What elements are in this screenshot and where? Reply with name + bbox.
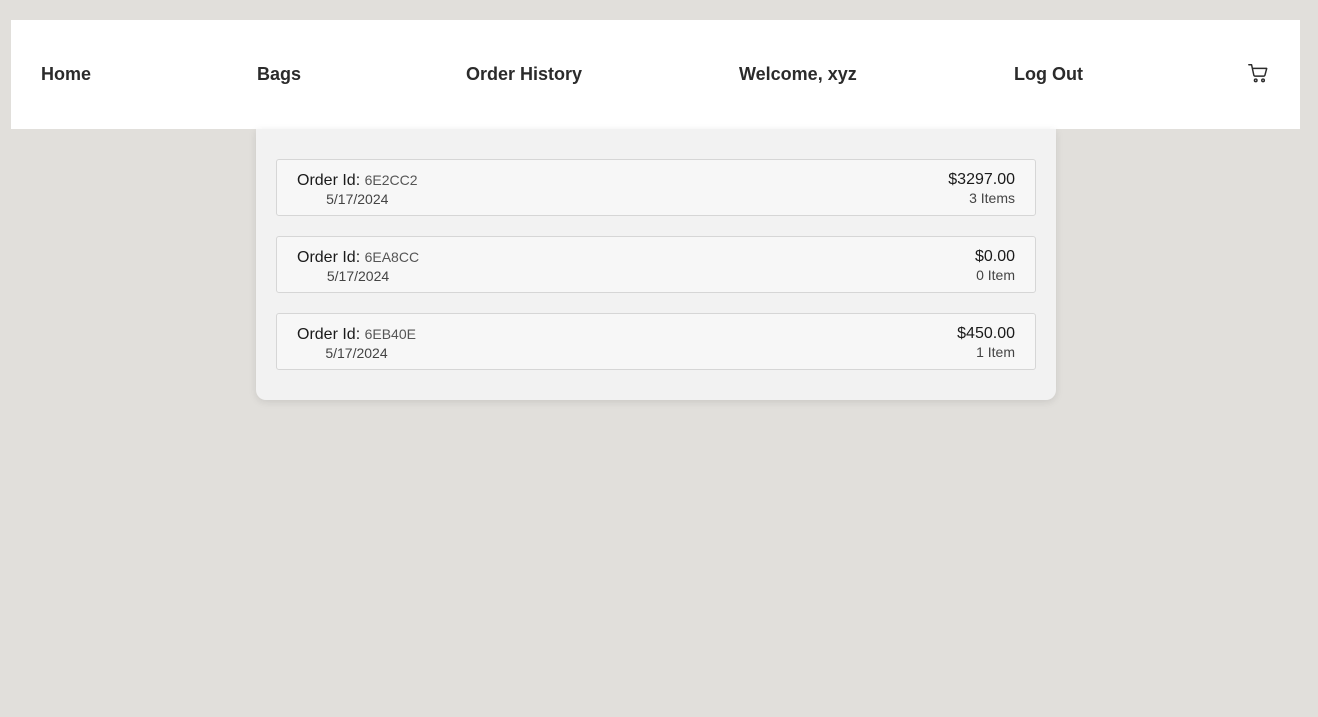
order-history-panel: Order Id: 6E2CC2 5/17/2024 $3297.00 3 It… <box>256 129 1056 400</box>
order-id-value: 6EA8CC <box>364 249 420 265</box>
order-total: $450.00 <box>957 325 1015 342</box>
order-card[interactable]: Order Id: 6EA8CC 5/17/2024 $0.00 0 Item <box>276 236 1036 293</box>
order-id-value: 6EB40E <box>364 326 416 342</box>
order-total: $0.00 <box>974 248 1015 265</box>
top-navbar: Home Bags Order History Welcome, xyz Log… <box>11 20 1300 129</box>
order-summary: $3297.00 3 Items <box>948 171 1015 207</box>
welcome-message: Welcome, xyz <box>739 64 857 84</box>
nav-home-link[interactable]: Home <box>41 20 91 129</box>
order-card[interactable]: Order Id: 6EB40E 5/17/2024 $450.00 1 Ite… <box>276 313 1036 370</box>
nav-order-history-link[interactable]: Order History <box>466 20 582 129</box>
order-date: 5/17/2024 <box>326 268 390 284</box>
order-id-value: 6E2CC2 <box>364 172 418 188</box>
order-id-label: Order Id: <box>297 326 361 343</box>
order-total: $3297.00 <box>948 171 1015 188</box>
order-id-label: Order Id: <box>297 249 361 266</box>
order-info: Order Id: 6E2CC2 5/17/2024 <box>297 171 418 208</box>
order-id-line: Order Id: 6E2CC2 <box>297 171 418 190</box>
order-date: 5/17/2024 <box>325 345 388 361</box>
order-id-line: Order Id: 6EB40E <box>297 325 416 344</box>
order-item-count: 0 Item <box>976 267 1015 283</box>
order-id-line: Order Id: 6EA8CC <box>297 248 419 267</box>
order-info: Order Id: 6EB40E 5/17/2024 <box>297 325 416 362</box>
order-info: Order Id: 6EA8CC 5/17/2024 <box>297 248 419 285</box>
order-item-count: 3 Items <box>969 190 1015 206</box>
order-date: 5/17/2024 <box>326 191 389 207</box>
nav-logout-link[interactable]: Log Out <box>1014 20 1083 129</box>
order-card[interactable]: Order Id: 6E2CC2 5/17/2024 $3297.00 3 It… <box>276 159 1036 216</box>
order-item-count: 1 Item <box>976 344 1015 360</box>
shopping-cart-icon[interactable] <box>1247 62 1269 84</box>
order-summary: $450.00 1 Item <box>957 325 1015 361</box>
order-summary: $0.00 0 Item <box>975 248 1015 284</box>
nav-bags-link[interactable]: Bags <box>257 20 301 129</box>
order-id-label: Order Id: <box>297 172 361 189</box>
